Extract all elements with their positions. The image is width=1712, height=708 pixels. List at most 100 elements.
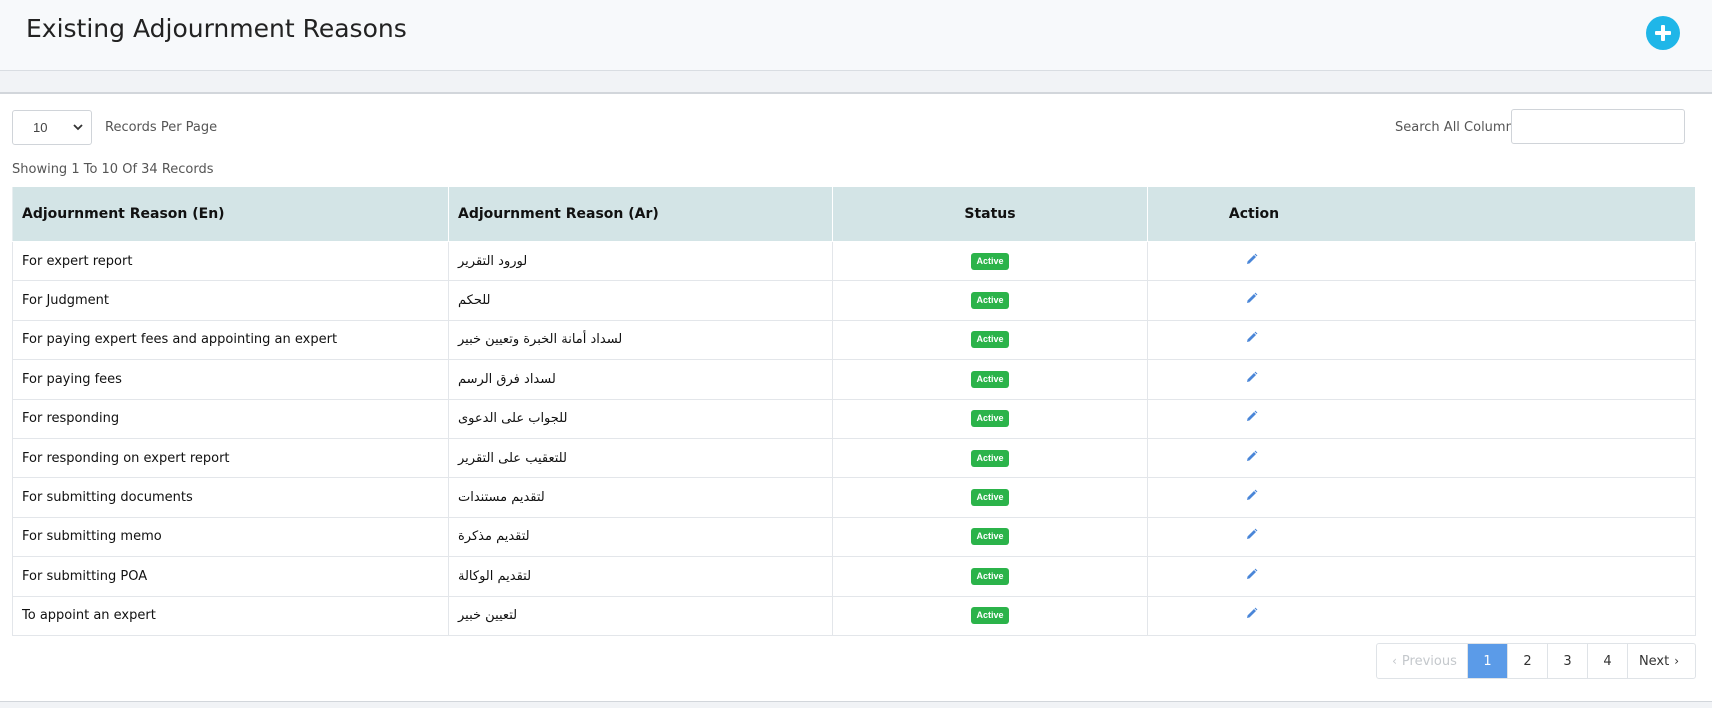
table-row: For submitting memo لتقديم مذكرة Active bbox=[12, 516, 1696, 558]
status-cell: Active bbox=[832, 477, 1148, 518]
table-row: For paying fees لسداد فرق الرسم Active bbox=[12, 359, 1696, 400]
adjournment-reasons-table: Adjournment Reason (En) Adjournment Reas… bbox=[12, 186, 1696, 636]
reason-ar-text: للحكم bbox=[458, 293, 491, 309]
status-badge: Active bbox=[971, 528, 1009, 546]
action-cell bbox=[1147, 516, 1696, 558]
reason-en-cell: For responding on expert report bbox=[12, 437, 449, 479]
status-cell: Active bbox=[832, 595, 1148, 636]
reason-ar-text: لتقديم الوكالة bbox=[458, 568, 532, 584]
next-page-label: Next bbox=[1638, 653, 1670, 669]
reason-en-cell: For Judgment bbox=[12, 280, 449, 321]
status-badge: Active bbox=[971, 331, 1009, 349]
action-cell bbox=[1147, 240, 1696, 282]
pencil-icon[interactable] bbox=[1245, 253, 1258, 270]
status-cell: Active bbox=[832, 319, 1148, 361]
status-cell: Active bbox=[832, 437, 1148, 479]
next-page-button[interactable]: Next › bbox=[1627, 644, 1695, 678]
action-cell bbox=[1147, 398, 1696, 439]
column-header-reason-ar[interactable]: Adjournment Reason (Ar) bbox=[448, 186, 833, 242]
table-row: For submitting documents لتقديم مستندات Ac… bbox=[12, 477, 1696, 518]
status-cell: Active bbox=[832, 359, 1148, 400]
reason-ar-cell: لتعيين خبير bbox=[448, 595, 833, 636]
reason-ar-text: لتقديم مستندات bbox=[458, 490, 545, 506]
reason-ar-text: للجواب على الدعوى bbox=[458, 411, 568, 427]
table-row: For responding on expert report للتعقيب ع… bbox=[12, 437, 1696, 479]
page-header: Existing Adjournment Reasons bbox=[0, 0, 1712, 71]
table-row: For paying expert fees and appointing an… bbox=[12, 319, 1696, 361]
table-row: For submitting POA لتقديم الوكالة Active bbox=[12, 556, 1696, 597]
action-cell bbox=[1147, 477, 1696, 518]
pencil-icon[interactable] bbox=[1245, 450, 1258, 467]
reason-ar-cell: للجواب على الدعوى bbox=[448, 398, 833, 439]
status-badge: Active bbox=[971, 567, 1009, 585]
reason-ar-cell: لورود التقرير bbox=[448, 240, 833, 282]
page-button-1[interactable]: 1 bbox=[1467, 644, 1507, 678]
status-cell: Active bbox=[832, 556, 1148, 597]
pencil-icon[interactable] bbox=[1245, 489, 1258, 506]
reason-ar-cell: لتقديم مستندات bbox=[448, 477, 833, 518]
reason-en-cell: For submitting POA bbox=[12, 556, 449, 597]
page-button-3[interactable]: 3 bbox=[1547, 644, 1587, 678]
column-header-action: Action bbox=[1147, 186, 1696, 242]
chevron-left-icon: ‹ bbox=[1392, 654, 1397, 668]
reason-ar-text: لورود التقرير bbox=[458, 253, 528, 269]
records-per-page-label: Records Per Page bbox=[105, 120, 218, 135]
status-cell: Active bbox=[832, 398, 1148, 439]
reason-en-cell: For paying fees bbox=[12, 359, 449, 400]
add-reason-button[interactable] bbox=[1646, 16, 1680, 50]
status-cell: Active bbox=[832, 516, 1148, 558]
records-panel: 10 Records Per Page Search All Columns S… bbox=[0, 92, 1712, 702]
pencil-icon[interactable] bbox=[1245, 371, 1258, 388]
pagination: ‹ Previous 1 2 3 4 Next › bbox=[1376, 643, 1696, 679]
reason-ar-text: لسداد فرق الرسم bbox=[458, 371, 556, 387]
table-body: For expert report لورود التقرير Active For … bbox=[12, 240, 1696, 636]
status-badge: Active bbox=[971, 252, 1009, 270]
table-row: For expert report لورود التقرير Active bbox=[12, 240, 1696, 282]
search-input[interactable] bbox=[1511, 109, 1685, 144]
action-cell bbox=[1147, 556, 1696, 597]
reason-en-cell: For responding bbox=[12, 398, 449, 439]
pencil-icon[interactable] bbox=[1245, 607, 1258, 624]
pencil-icon[interactable] bbox=[1245, 331, 1258, 348]
reason-ar-text: لسداد أمانة الخبرة وتعيين خبير bbox=[458, 332, 623, 348]
action-cell bbox=[1147, 319, 1696, 361]
reason-ar-cell: لسداد أمانة الخبرة وتعيين خبير bbox=[448, 319, 833, 361]
previous-page-button[interactable]: ‹ Previous bbox=[1377, 644, 1467, 678]
table-row: For responding للجواب على الدعوى Active bbox=[12, 398, 1696, 439]
records-per-page-select[interactable]: 10 bbox=[12, 110, 92, 145]
action-cell bbox=[1147, 280, 1696, 321]
column-header-reason-en[interactable]: Adjournment Reason (En) bbox=[12, 186, 449, 242]
status-badge: Active bbox=[971, 607, 1009, 625]
pencil-icon[interactable] bbox=[1245, 528, 1258, 545]
chevron-down-icon bbox=[73, 124, 83, 131]
column-header-status[interactable]: Status bbox=[832, 186, 1148, 242]
reason-ar-cell: للحكم bbox=[448, 280, 833, 321]
pencil-icon[interactable] bbox=[1245, 292, 1258, 309]
action-cell bbox=[1147, 437, 1696, 479]
table-row: For Judgment للحكم Active bbox=[12, 280, 1696, 321]
reason-en-cell: For submitting documents bbox=[12, 477, 449, 518]
pencil-icon[interactable] bbox=[1245, 568, 1258, 585]
reason-ar-text: لتقديم مذكرة bbox=[458, 529, 530, 545]
status-badge: Active bbox=[971, 449, 1009, 467]
reason-en-cell: For submitting memo bbox=[12, 516, 449, 558]
status-cell: Active bbox=[832, 240, 1148, 282]
records-per-page-value: 10 bbox=[33, 120, 48, 135]
page-button-4[interactable]: 4 bbox=[1587, 644, 1627, 678]
action-cell bbox=[1147, 595, 1696, 636]
reason-ar-cell: لسداد فرق الرسم bbox=[448, 359, 833, 400]
reason-ar-cell: لتقديم الوكالة bbox=[448, 556, 833, 597]
status-badge: Active bbox=[971, 489, 1009, 507]
status-badge: Active bbox=[971, 370, 1009, 388]
pencil-icon[interactable] bbox=[1245, 410, 1258, 427]
reason-ar-text: لتعيين خبير bbox=[458, 608, 518, 624]
records-summary: Showing 1 To 10 Of 34 Records bbox=[12, 162, 214, 177]
search-label: Search All Columns bbox=[1395, 120, 1521, 135]
reason-ar-cell: للتعقيب على التقرير bbox=[448, 437, 833, 479]
page-title: Existing Adjournment Reasons bbox=[26, 14, 407, 43]
reason-en-cell: For paying expert fees and appointing an… bbox=[12, 319, 449, 361]
reason-ar-cell: لتقديم مذكرة bbox=[448, 516, 833, 558]
page-button-2[interactable]: 2 bbox=[1507, 644, 1547, 678]
previous-page-label: Previous bbox=[1401, 653, 1457, 669]
status-cell: Active bbox=[832, 280, 1148, 321]
